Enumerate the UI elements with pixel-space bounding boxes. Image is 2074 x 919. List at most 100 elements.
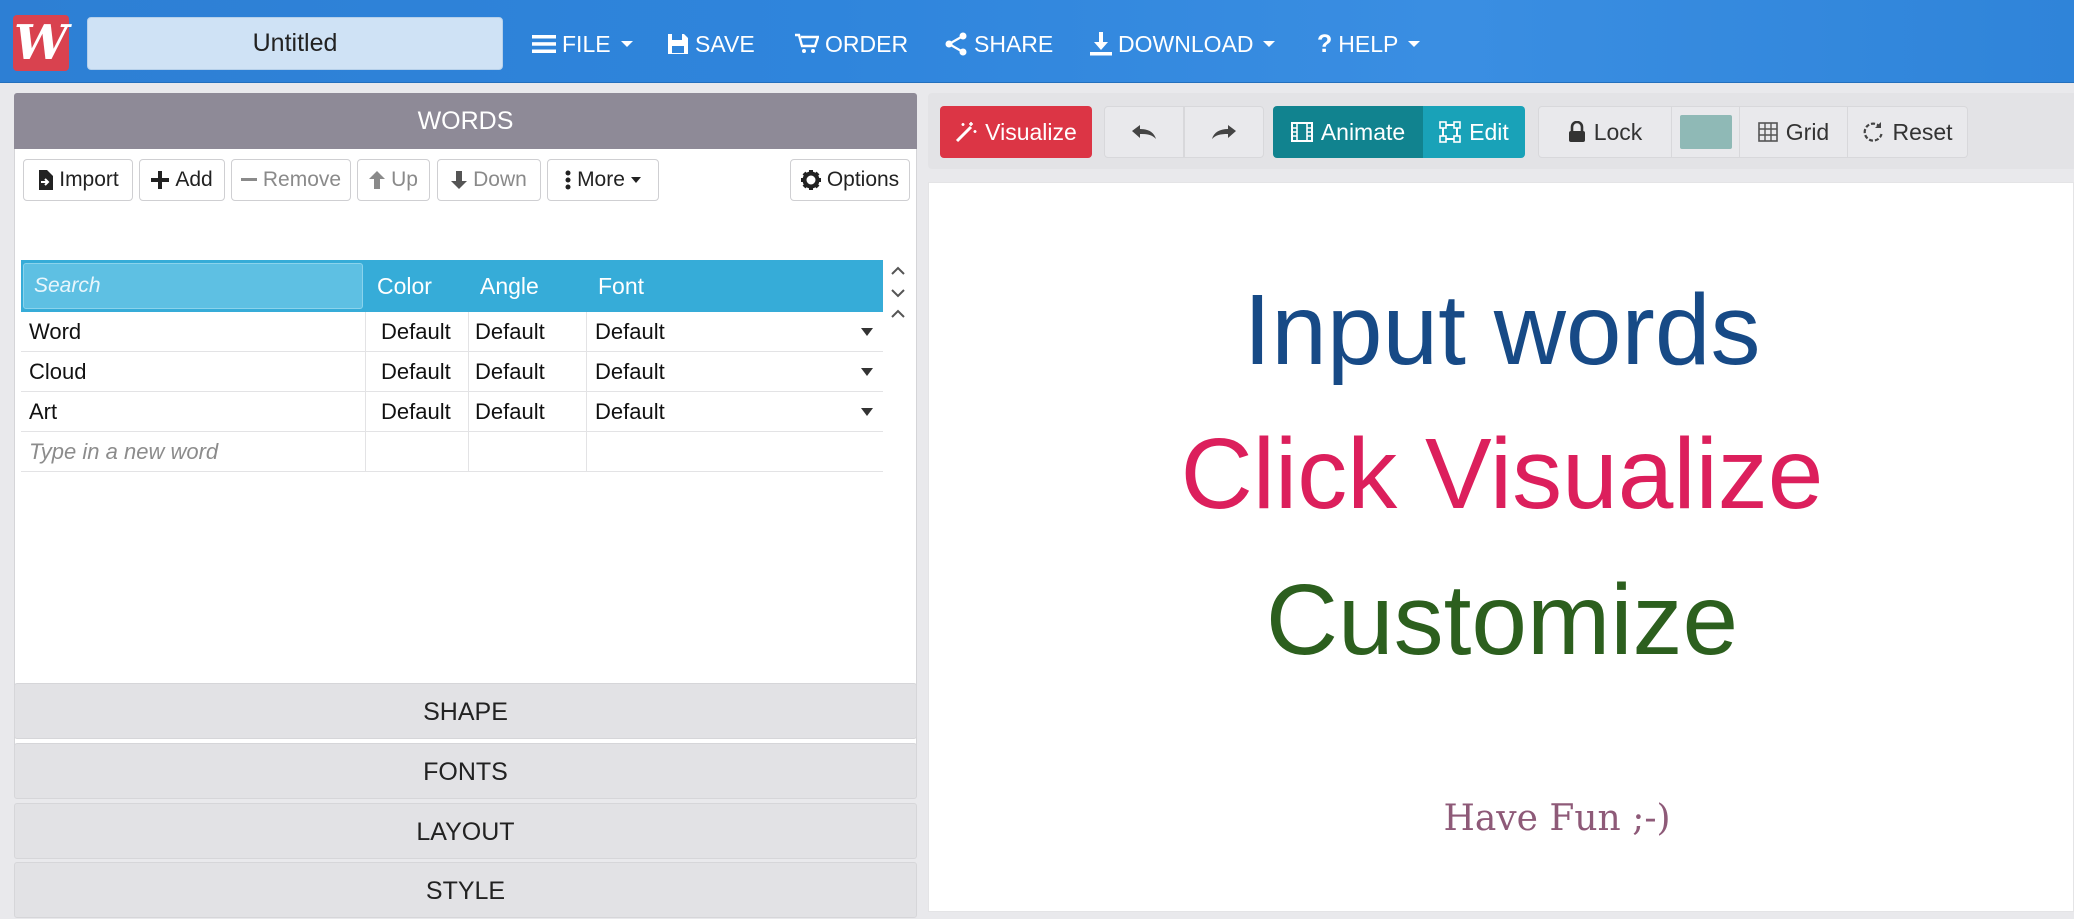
- chevron-down-icon[interactable]: [891, 286, 905, 300]
- more-menu-button[interactable]: More: [547, 159, 659, 201]
- column-divider: [365, 312, 366, 352]
- move-up-button[interactable]: Up: [357, 159, 430, 201]
- column-divider: [468, 312, 469, 352]
- share-button[interactable]: SHARE: [944, 24, 1053, 64]
- word-cloud-canvas[interactable]: Input words Click Visualize Customize Ha…: [928, 182, 2074, 912]
- word-row[interactable]: Art Default Default Default: [21, 392, 883, 432]
- floppy-disk-icon: [668, 34, 688, 54]
- up-label: Up: [391, 168, 418, 191]
- lock-button[interactable]: Lock: [1538, 106, 1672, 158]
- file-menu-label: FILE: [562, 30, 611, 57]
- font-cell[interactable]: Default: [595, 352, 665, 392]
- app-logo[interactable]: W: [13, 15, 69, 71]
- words-grid-header: Search Color Angle Font: [21, 260, 883, 312]
- question-icon: ?: [1317, 29, 1333, 58]
- share-label: SHARE: [974, 30, 1054, 57]
- color-column-header[interactable]: Color: [377, 260, 432, 312]
- save-button[interactable]: SAVE: [667, 24, 755, 64]
- top-navbar: W Untitled FILE SAVE ORDER SHARE DOWNLOA…: [0, 0, 2074, 83]
- arrow-up-icon: [369, 171, 386, 189]
- hamburger-icon: [532, 35, 556, 53]
- order-label: ORDER: [825, 30, 909, 57]
- edit-label: Edit: [1469, 118, 1509, 145]
- canvas-toolbar: Visualize Animate Edit Lock Grid Reset: [928, 93, 2074, 169]
- move-down-button[interactable]: Down: [437, 159, 541, 201]
- caret-down-icon: [1408, 41, 1421, 47]
- color-cell[interactable]: Default: [381, 312, 451, 352]
- dropdown-caret-icon[interactable]: [861, 368, 873, 376]
- add-label: Add: [175, 168, 213, 191]
- remove-button[interactable]: Remove: [231, 159, 351, 201]
- column-divider: [365, 392, 366, 432]
- new-word-row[interactable]: Type in a new word: [21, 432, 883, 472]
- color-cell[interactable]: Default: [381, 392, 451, 432]
- dropdown-caret-icon[interactable]: [861, 408, 873, 416]
- column-divider: [468, 392, 469, 432]
- add-button[interactable]: Add: [139, 159, 225, 201]
- lock-icon: [1568, 121, 1585, 142]
- download-label: DOWNLOAD: [1118, 30, 1254, 57]
- style-section-header[interactable]: STYLE: [14, 862, 917, 918]
- layout-section-header[interactable]: LAYOUT: [14, 803, 917, 859]
- redo-icon: [1212, 125, 1236, 139]
- background-color-button[interactable]: [1672, 106, 1740, 158]
- color-cell[interactable]: Default: [381, 352, 451, 392]
- canvas-word-click-visualize: Click Visualize: [1180, 418, 1824, 530]
- column-divider: [586, 432, 587, 472]
- reset-button[interactable]: Reset: [1848, 106, 1968, 158]
- animate-label: Animate: [1320, 118, 1406, 145]
- word-cell[interactable]: Cloud: [29, 352, 86, 392]
- vertical-dots-icon: [565, 170, 571, 190]
- caret-down-icon: [1263, 41, 1276, 47]
- visualize-button[interactable]: Visualize: [940, 106, 1092, 158]
- word-cell[interactable]: Word: [29, 312, 81, 352]
- import-button[interactable]: Import: [23, 159, 133, 201]
- redo-button[interactable]: [1184, 106, 1264, 158]
- help-menu[interactable]: ? HELP: [1317, 24, 1421, 64]
- angle-cell[interactable]: Default: [475, 312, 545, 352]
- column-divider: [586, 392, 587, 432]
- font-column-header[interactable]: Font: [598, 260, 644, 312]
- dropdown-caret-icon[interactable]: [861, 328, 873, 336]
- document-title-input[interactable]: Untitled: [87, 17, 503, 70]
- options-label: Options: [826, 168, 900, 191]
- column-divider: [365, 352, 366, 392]
- caret-down-icon: [630, 177, 641, 183]
- magic-wand-icon: [956, 122, 977, 143]
- search-input[interactable]: Search: [23, 263, 363, 309]
- canvas-word-input-words: Input words: [1243, 274, 1761, 386]
- options-button[interactable]: Options: [790, 159, 910, 201]
- font-cell[interactable]: Default: [595, 392, 665, 432]
- angle-cell[interactable]: Default: [475, 352, 545, 392]
- fonts-section-header[interactable]: FONTS: [14, 743, 917, 799]
- grid-icon: [1757, 122, 1778, 142]
- new-word-input[interactable]: Type in a new word: [29, 432, 218, 472]
- animate-button[interactable]: Animate: [1273, 106, 1423, 158]
- words-panel: Import Add Remove Up Down More Options S…: [14, 149, 917, 773]
- word-row[interactable]: Word Default Default Default: [21, 312, 883, 352]
- more-label: More: [577, 168, 625, 191]
- file-menu[interactable]: FILE: [532, 24, 633, 64]
- down-label: Down: [473, 168, 527, 191]
- word-cell[interactable]: Art: [29, 392, 57, 432]
- shape-section-header[interactable]: SHAPE: [14, 683, 917, 739]
- angle-column-header[interactable]: Angle: [480, 260, 539, 312]
- column-divider: [586, 312, 587, 352]
- download-icon: [1090, 32, 1112, 56]
- order-button[interactable]: ORDER: [795, 24, 908, 64]
- share-icon: [945, 32, 967, 56]
- font-cell[interactable]: Default: [595, 312, 665, 352]
- grid-toggle-button[interactable]: Grid: [1740, 106, 1848, 158]
- angle-cell[interactable]: Default: [475, 392, 545, 432]
- canvas-word-customize: Customize: [1265, 564, 1739, 676]
- download-menu[interactable]: DOWNLOAD: [1090, 24, 1276, 64]
- chevron-up-icon[interactable]: [891, 307, 905, 321]
- edit-button[interactable]: Edit: [1423, 106, 1525, 158]
- undo-icon: [1132, 125, 1156, 139]
- words-panel-heading[interactable]: WORDS: [14, 93, 917, 149]
- plus-icon: [151, 171, 170, 189]
- undo-button[interactable]: [1104, 106, 1184, 158]
- word-row[interactable]: Cloud Default Default Default: [21, 352, 883, 392]
- chevron-up-icon[interactable]: [891, 264, 905, 278]
- column-divider: [586, 352, 587, 392]
